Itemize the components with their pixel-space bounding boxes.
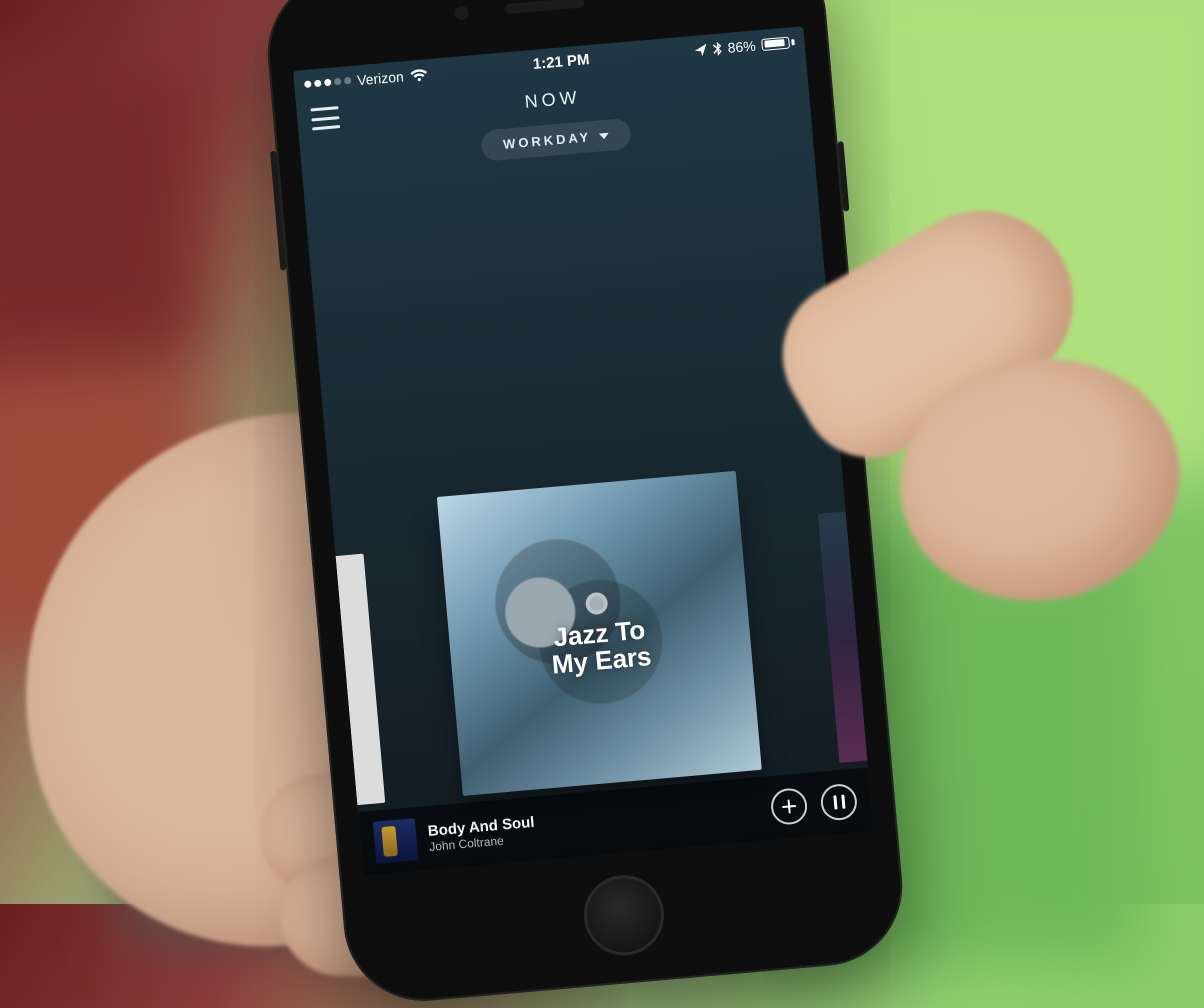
now-playing-text[interactable]: Body And Soul John Coltrane (427, 794, 760, 854)
playlist-cover[interactable]: Jazz To My Ears (437, 471, 762, 796)
carrier-label: Verizon (356, 68, 404, 88)
chevron-down-icon (598, 128, 609, 144)
spotify-logo-icon (585, 591, 609, 615)
bluetooth-icon (712, 41, 722, 56)
battery-percentage: 86% (727, 37, 756, 55)
menu-button[interactable] (310, 106, 340, 130)
context-chip-label: WORKDAY (502, 129, 591, 152)
now-playing-thumbnail[interactable] (373, 818, 419, 864)
app-screen: Verizon 1:21 PM 86% (293, 26, 873, 876)
cover-overlay-title: Jazz To My Ears (546, 588, 653, 679)
status-time: 1:21 PM (532, 51, 590, 73)
wifi-icon (409, 67, 428, 83)
add-button[interactable] (770, 787, 809, 826)
signal-strength-icon (304, 77, 351, 88)
context-chip[interactable]: WORKDAY (480, 118, 633, 162)
location-icon (694, 43, 707, 56)
battery-icon (761, 36, 795, 51)
phone-device: Verizon 1:21 PM 86% (261, 0, 909, 1007)
pause-button[interactable] (819, 783, 858, 822)
